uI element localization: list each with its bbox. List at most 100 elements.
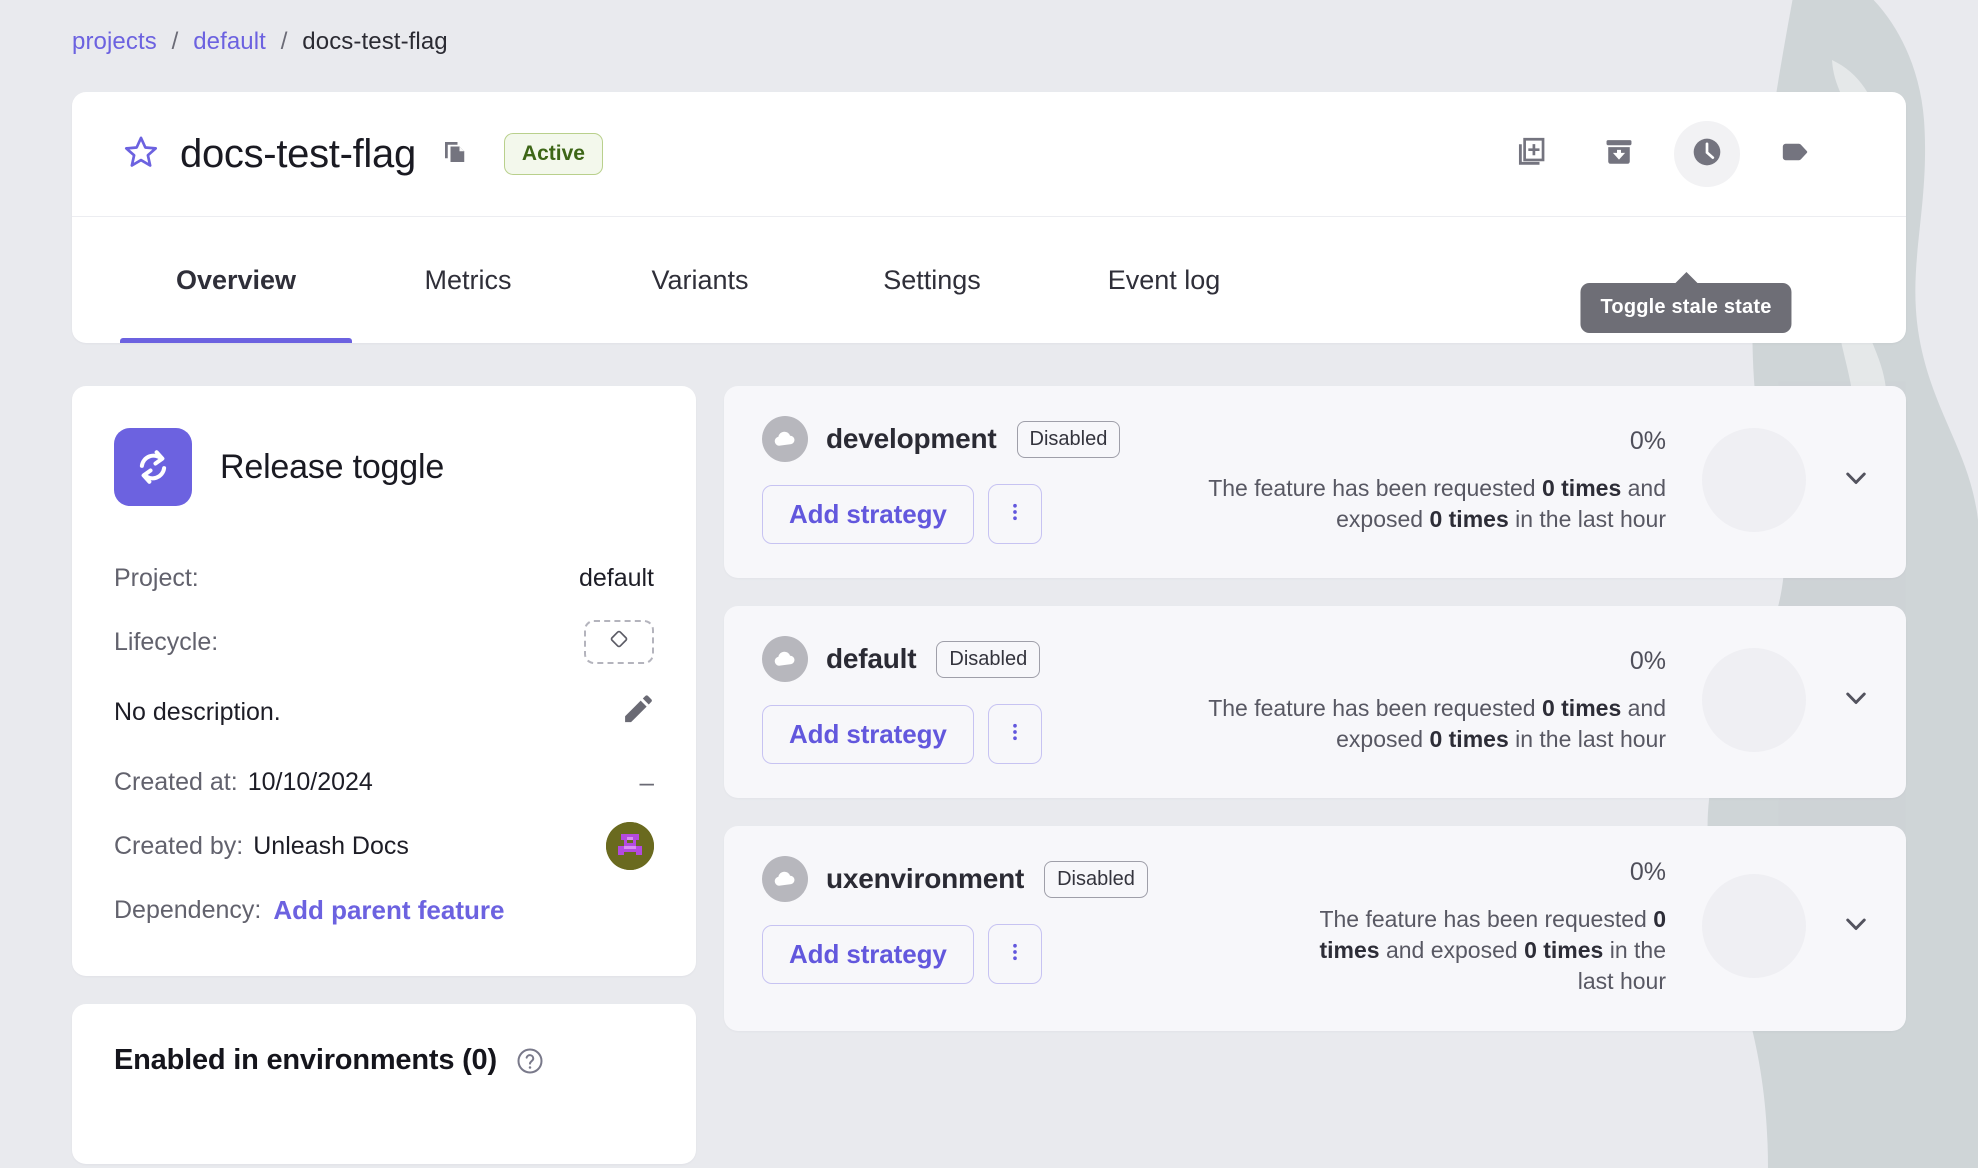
- environment-actions: Add strategy: [762, 704, 1042, 764]
- more-vertical-icon: [1004, 721, 1026, 748]
- project-row: Project: default: [114, 546, 654, 610]
- copy-flag-name-button[interactable]: [438, 137, 472, 171]
- environment-name-row: uxenvironment Disabled: [762, 856, 1148, 902]
- cloud-icon: [762, 636, 808, 682]
- environment-more-button[interactable]: [987, 924, 1042, 984]
- copy-icon: [440, 137, 470, 172]
- breadcrumb-link-default[interactable]: default: [193, 28, 266, 55]
- enabled-title-row: Enabled in environments (0): [114, 1044, 654, 1077]
- description-row: No description.: [114, 674, 654, 750]
- tooltip-toggle-stale-state: Toggle stale state: [1580, 272, 1792, 333]
- environment-right: 0% The feature has been requested 0 time…: [1120, 416, 1872, 544]
- left-column: Release toggle Project: default Lifecycl…: [72, 386, 696, 1164]
- environment-status-badge: Disabled: [1044, 860, 1148, 898]
- lifecycle-label: Lifecycle:: [114, 627, 219, 656]
- more-vertical-icon: [1004, 501, 1026, 528]
- dependency-label: Dependency:: [114, 895, 262, 924]
- star-outline-icon: [123, 134, 159, 175]
- environment-left: uxenvironment Disabled Add strategy: [762, 856, 1148, 997]
- metrics-exposed: 0 times: [1429, 505, 1509, 532]
- environment-percent: 0%: [1629, 427, 1666, 456]
- created-at-trailing-dash: –: [639, 767, 654, 797]
- header-actions: Toggle stale state: [1498, 121, 1874, 333]
- environment-percent: 0%: [1629, 647, 1666, 676]
- metrics-exposed: 0 times: [1429, 725, 1509, 752]
- feature-header-card: docs-test-flag Active Toggle stale state…: [72, 92, 1906, 343]
- avatar[interactable]: [606, 822, 654, 870]
- help-circle-icon[interactable]: [515, 1046, 545, 1076]
- environment-more-button[interactable]: [987, 484, 1042, 544]
- environment-more-button[interactable]: [987, 704, 1042, 764]
- environment-expand-button[interactable]: [1840, 908, 1872, 945]
- metrics-middle: and exposed: [1379, 936, 1525, 963]
- status-badge: Active: [503, 133, 603, 175]
- environments-column: development Disabled Add strategy 0% The…: [724, 386, 1906, 1164]
- sync-arrows-icon: [114, 428, 192, 506]
- clock-icon: [1690, 135, 1724, 174]
- add-parent-feature-link[interactable]: Add parent feature: [273, 895, 504, 926]
- add-strategy-button[interactable]: Add strategy: [762, 484, 974, 544]
- environment-name: default: [826, 643, 917, 674]
- environment-metrics: 0% The feature has been requested 0 time…: [1296, 856, 1666, 997]
- environment-status-badge: Disabled: [936, 640, 1041, 678]
- flag-type-label: Release toggle: [220, 447, 445, 486]
- add-to-collection-button[interactable]: [1498, 121, 1564, 187]
- flag-type-row: Release toggle: [114, 428, 654, 506]
- tab-settings[interactable]: Settings: [816, 217, 1048, 343]
- tab-overview[interactable]: Overview: [120, 217, 352, 343]
- environment-expand-button[interactable]: [1840, 462, 1872, 499]
- add-library-icon: [1514, 135, 1548, 174]
- metrics-suffix: in the last hour: [1508, 725, 1666, 752]
- environment-usage-donut: [1702, 428, 1806, 532]
- metrics-exposed: 0 times: [1524, 936, 1604, 963]
- environment-name: uxenvironment: [826, 863, 1025, 894]
- project-value: default: [578, 563, 654, 592]
- archive-button[interactable]: [1586, 121, 1652, 187]
- created-at-label: Created at:: [114, 767, 238, 796]
- metrics-prefix: The feature has been requested: [1208, 694, 1542, 721]
- tab-variants[interactable]: Variants: [584, 217, 816, 343]
- created-at-row: Created at: 10/10/2024 –: [114, 750, 654, 814]
- breadcrumb: projects / default / docs-test-flag: [72, 28, 448, 56]
- environment-left: default Disabled Add strategy: [762, 636, 1042, 764]
- favorite-star-button[interactable]: [120, 133, 162, 175]
- created-by-value: Unleash Docs: [253, 831, 409, 860]
- environment-name: development: [826, 423, 997, 454]
- environment-expand-button[interactable]: [1840, 682, 1872, 719]
- created-by-row: Created by: Unleash Docs: [114, 814, 654, 878]
- chevron-down-icon: [1840, 462, 1872, 499]
- main-content: Release toggle Project: default Lifecycl…: [72, 386, 1906, 1164]
- environment-metrics: 0% The feature has been requested 0 time…: [1186, 645, 1666, 755]
- breadcrumb-link-projects[interactable]: projects: [72, 28, 157, 55]
- toggle-stale-state-button[interactable]: [1674, 121, 1740, 187]
- environment-card: uxenvironment Disabled Add strategy 0% T…: [724, 826, 1906, 1031]
- tab-event-log[interactable]: Event log: [1048, 217, 1280, 343]
- add-strategy-button[interactable]: Add strategy: [762, 704, 974, 764]
- tab-metrics[interactable]: Metrics: [352, 217, 584, 343]
- edit-description-button[interactable]: [620, 692, 654, 733]
- metrics-requested: 0 times: [1541, 474, 1622, 501]
- metrics-suffix: in the last hour: [1508, 505, 1666, 532]
- lifecycle-stage-button[interactable]: [584, 620, 654, 664]
- environment-name-row: development Disabled: [762, 416, 1121, 462]
- environment-right: 0% The feature has been requested 0 time…: [1148, 856, 1872, 997]
- add-strategy-button[interactable]: Add strategy: [762, 924, 974, 984]
- created-at-value: 10/10/2024: [247, 767, 373, 796]
- metrics-prefix: The feature has been requested: [1208, 474, 1542, 501]
- chevron-down-icon: [1840, 682, 1872, 719]
- breadcrumb-separator: /: [280, 28, 288, 55]
- add-tag-button[interactable]: [1762, 121, 1828, 187]
- title-row: docs-test-flag Active Toggle stale state: [72, 92, 1906, 333]
- environment-status-badge: Disabled: [1016, 420, 1121, 458]
- tag-icon: [1778, 135, 1812, 174]
- cloud-icon: [762, 856, 808, 902]
- flag-info-card: Release toggle Project: default Lifecycl…: [72, 386, 696, 976]
- environment-percent: 0%: [1629, 858, 1666, 886]
- environment-actions: Add strategy: [762, 484, 1120, 544]
- environment-card: development Disabled Add strategy 0% The…: [724, 386, 1906, 578]
- enabled-in-environments-title: Enabled in environments (0): [114, 1044, 497, 1076]
- dependency-row: Dependency: Add parent feature: [114, 878, 654, 942]
- environment-card: default Disabled Add strategy 0% The fea…: [724, 606, 1906, 798]
- breadcrumb-current: docs-test-flag: [302, 28, 448, 55]
- environment-usage-donut: [1702, 874, 1806, 979]
